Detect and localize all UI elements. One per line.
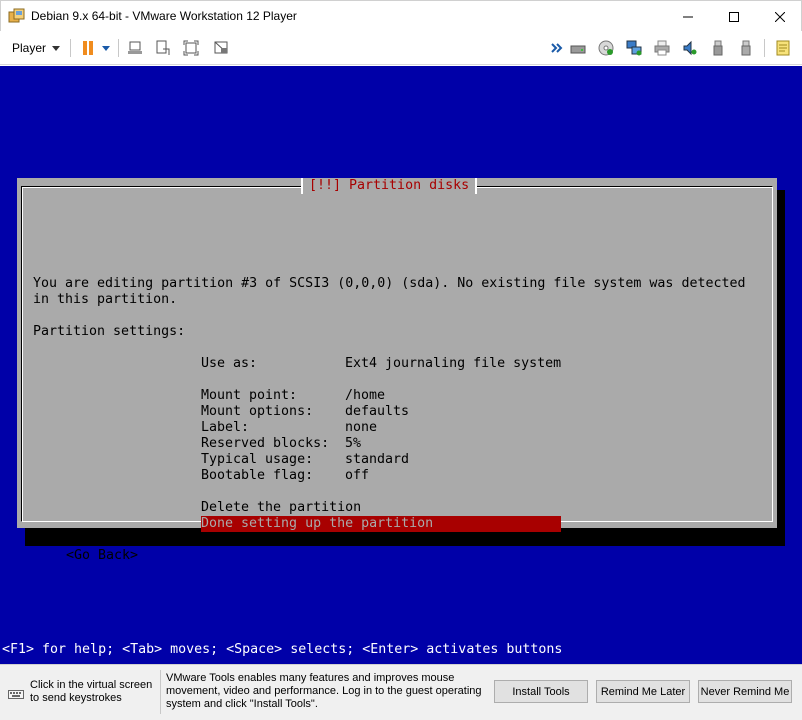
virtual-machine-screen[interactable]: [!!] Partition disks You are editing par… [0,66,802,664]
keyboard-icon [8,690,24,699]
message-log-button[interactable] [774,39,792,57]
setting-value-reserved-blocks[interactable]: 5% [345,436,361,452]
setting-label-label[interactable]: Label: [201,420,249,436]
pause-dropdown[interactable] [100,39,112,57]
setting-value-bootable-flag[interactable]: off [345,468,369,484]
full-screen-icon [183,40,199,56]
chevron-down-icon [102,45,110,51]
usb-controller-button[interactable] [709,39,727,57]
usb-controller-icon [713,40,723,56]
pause-button[interactable] [79,39,97,57]
partition-dialog: [!!] Partition disks You are editing par… [17,178,777,563]
vmware-player-icon [8,8,25,23]
player-menu[interactable]: Player [6,38,66,58]
message-log-icon [776,40,790,56]
delete-partition-option[interactable]: Delete the partition [201,500,361,516]
hard-disk-icon [570,45,586,54]
hard-disk-button[interactable] [569,39,587,57]
setting-value-use-as[interactable]: Ext4 journaling file system [345,356,561,372]
setting-label-use-as[interactable]: Use as: [201,356,257,372]
unity-icon [214,41,228,54]
setting-value-label[interactable]: none [345,420,377,436]
setting-label-mount-options[interactable]: Mount options: [201,404,313,420]
chevron-down-icon [52,45,61,51]
send-ctrl-alt-del-icon [128,41,142,54]
show-devices-button[interactable] [550,39,564,57]
close-icon [775,11,785,22]
go-back-button[interactable]: <Go Back> [66,548,138,564]
maximize-icon [729,11,739,22]
keystroke-hint: Click in the virtual screen to send keys… [30,679,153,704]
never-remind-me-button[interactable]: Never Remind Me [698,680,792,703]
minimize-icon [683,16,693,17]
printer-button[interactable] [653,39,671,57]
network-adapter-icon [626,40,642,56]
intro-text: You are editing partition #3 of SCSI3 (0… [33,276,746,291]
fit-guest-button[interactable] [154,39,172,57]
done-setting-up-option[interactable]: Done setting up the partition [201,516,561,532]
window-title: Debian 9.x 64-bit - VMware Workstation 1… [31,9,297,23]
sound-card-icon [683,40,697,56]
install-tools-button[interactable]: Install Tools [494,680,588,703]
minimize-button[interactable] [665,1,711,32]
cd-dvd-icon [598,40,614,56]
full-screen-button[interactable] [182,39,200,57]
pause-icon [82,41,94,55]
setting-label-mount-point[interactable]: Mount point: [201,388,297,404]
usb-device-icon [741,40,751,56]
show-devices-icon [551,43,563,53]
cd-dvd-button[interactable] [597,39,615,57]
intro-text: in this partition. [33,292,178,307]
unity-button[interactable] [212,39,230,57]
settings-heading: Partition settings: [33,324,186,339]
setting-value-typical-usage[interactable]: standard [345,452,409,468]
send-ctrl-alt-del-button[interactable] [126,39,144,57]
help-status-line: <F1> for help; <Tab> moves; <Space> sele… [2,642,563,657]
title-bar: Debian 9.x 64-bit - VMware Workstation 1… [0,0,802,31]
usb-device-button[interactable] [737,39,755,57]
remind-me-later-button[interactable]: Remind Me Later [596,680,690,703]
toolbar-divider [118,39,119,57]
setting-value-mount-options[interactable]: defaults [345,404,409,420]
fit-guest-icon [156,40,170,55]
setting-value-mount-point[interactable]: /home [345,388,385,404]
toolbar-divider [70,39,71,57]
toolbar: Player [0,31,802,65]
setting-label-bootable-flag[interactable]: Bootable flag: [201,468,313,484]
setting-label-typical-usage[interactable]: Typical usage: [201,452,313,468]
maximize-button[interactable] [711,1,757,32]
sound-card-button[interactable] [681,39,699,57]
printer-icon [654,40,670,56]
dialog-frame [21,186,773,522]
vmware-tools-message: VMware Tools enables many features and i… [166,672,482,710]
network-adapter-button[interactable] [625,39,643,57]
close-button[interactable] [757,1,802,32]
dialog-title: [!!] Partition disks [301,178,478,194]
setting-label-reserved-blocks[interactable]: Reserved blocks: [201,436,329,452]
player-menu-label: Player [12,41,47,55]
toolbar-divider [764,39,765,57]
notification-divider [160,670,161,714]
